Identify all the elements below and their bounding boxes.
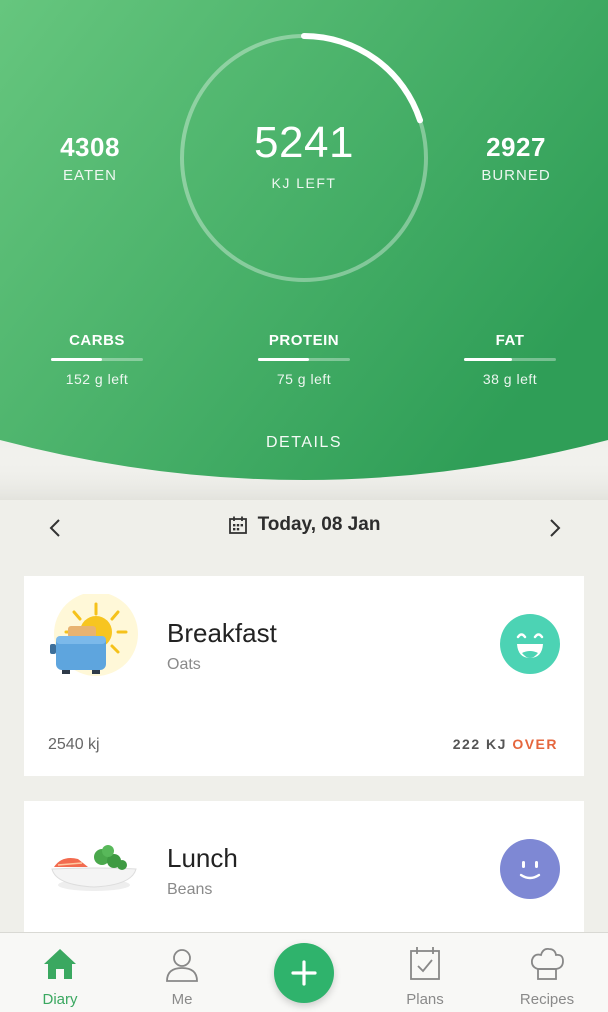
next-day-button[interactable] [540,514,570,542]
eaten-label: EATEN [63,167,117,184]
mood-smile-icon[interactable] [500,839,560,899]
macro-bar-fill [51,358,102,361]
meal-subtitle: Beans [167,881,213,898]
chef-hat-icon [530,947,564,980]
date-navigator: Today, 08 Jan [0,500,608,556]
details-button[interactable]: DETAILS [204,434,404,452]
home-icon [44,949,76,979]
calendar-check-icon [410,947,440,980]
macro-fat[interactable]: FAT 38 g left [455,332,565,387]
tab-label: Recipes [519,991,575,1008]
burned-stat[interactable]: 2927 BURNED [446,132,586,184]
macro-name: FAT [495,332,525,349]
status-amount: 222 KJ [452,736,507,752]
person-icon [166,949,198,982]
meal-title: Breakfast [167,618,277,648]
kj-left-value: 5241 [254,118,354,167]
macro-left: 152 g left [65,371,129,387]
burned-label: BURNED [481,167,551,184]
tab-label: Plans [406,991,444,1008]
toaster-sun-icon [50,594,138,676]
meal-card-breakfast[interactable]: Breakfast Oats 2540 kj 222 KJ OVER [24,576,584,776]
tab-diary[interactable]: Diary [10,933,110,1012]
date-label: Today, 08 Jan [257,514,381,535]
meal-kj: 2540 kj [48,736,100,753]
date-selector[interactable]: Today, 08 Jan [0,514,608,536]
tab-plans[interactable]: Plans [375,933,475,1012]
macro-bar [258,358,350,361]
add-entry-button[interactable] [274,943,334,1003]
tab-recipes[interactable]: Recipes [497,933,597,1012]
macro-left: 75 g left [276,371,332,387]
meal-title: Lunch [167,843,238,873]
status-over: OVER [512,736,558,752]
macro-bar [51,358,143,361]
calendar-icon [228,516,247,534]
macro-bar-fill [258,358,309,361]
tab-label: Me [171,991,193,1008]
eaten-value: 4308 [60,132,120,162]
mood-happy-icon[interactable] [500,614,560,674]
tab-label: Diary [42,991,78,1008]
macro-name: PROTEIN [268,332,340,349]
macro-name: CARBS [69,332,125,349]
burned-value: 2927 [486,132,546,162]
chevron-right-icon [550,519,561,537]
macro-protein[interactable]: PROTEIN 75 g left [249,332,359,387]
meal-subtitle: Oats [167,656,201,673]
kj-left-label: KJ LEFT [271,175,337,191]
eaten-stat[interactable]: 4308 EATEN [20,132,160,184]
macro-left: 38 g left [482,371,538,387]
header-background [0,0,608,500]
macro-carbs[interactable]: CARBS 152 g left [42,332,152,387]
meal-kj-status: 222 KJ OVER [453,736,558,752]
macro-bar-fill [464,358,512,361]
tab-me[interactable]: Me [132,933,232,1012]
summary-header: 4308 EATEN 5241 KJ LEFT 2927 BURNED CARB… [0,0,608,500]
salad-bowl-icon [51,845,137,891]
macro-bar [464,358,556,361]
plus-icon [291,960,317,986]
